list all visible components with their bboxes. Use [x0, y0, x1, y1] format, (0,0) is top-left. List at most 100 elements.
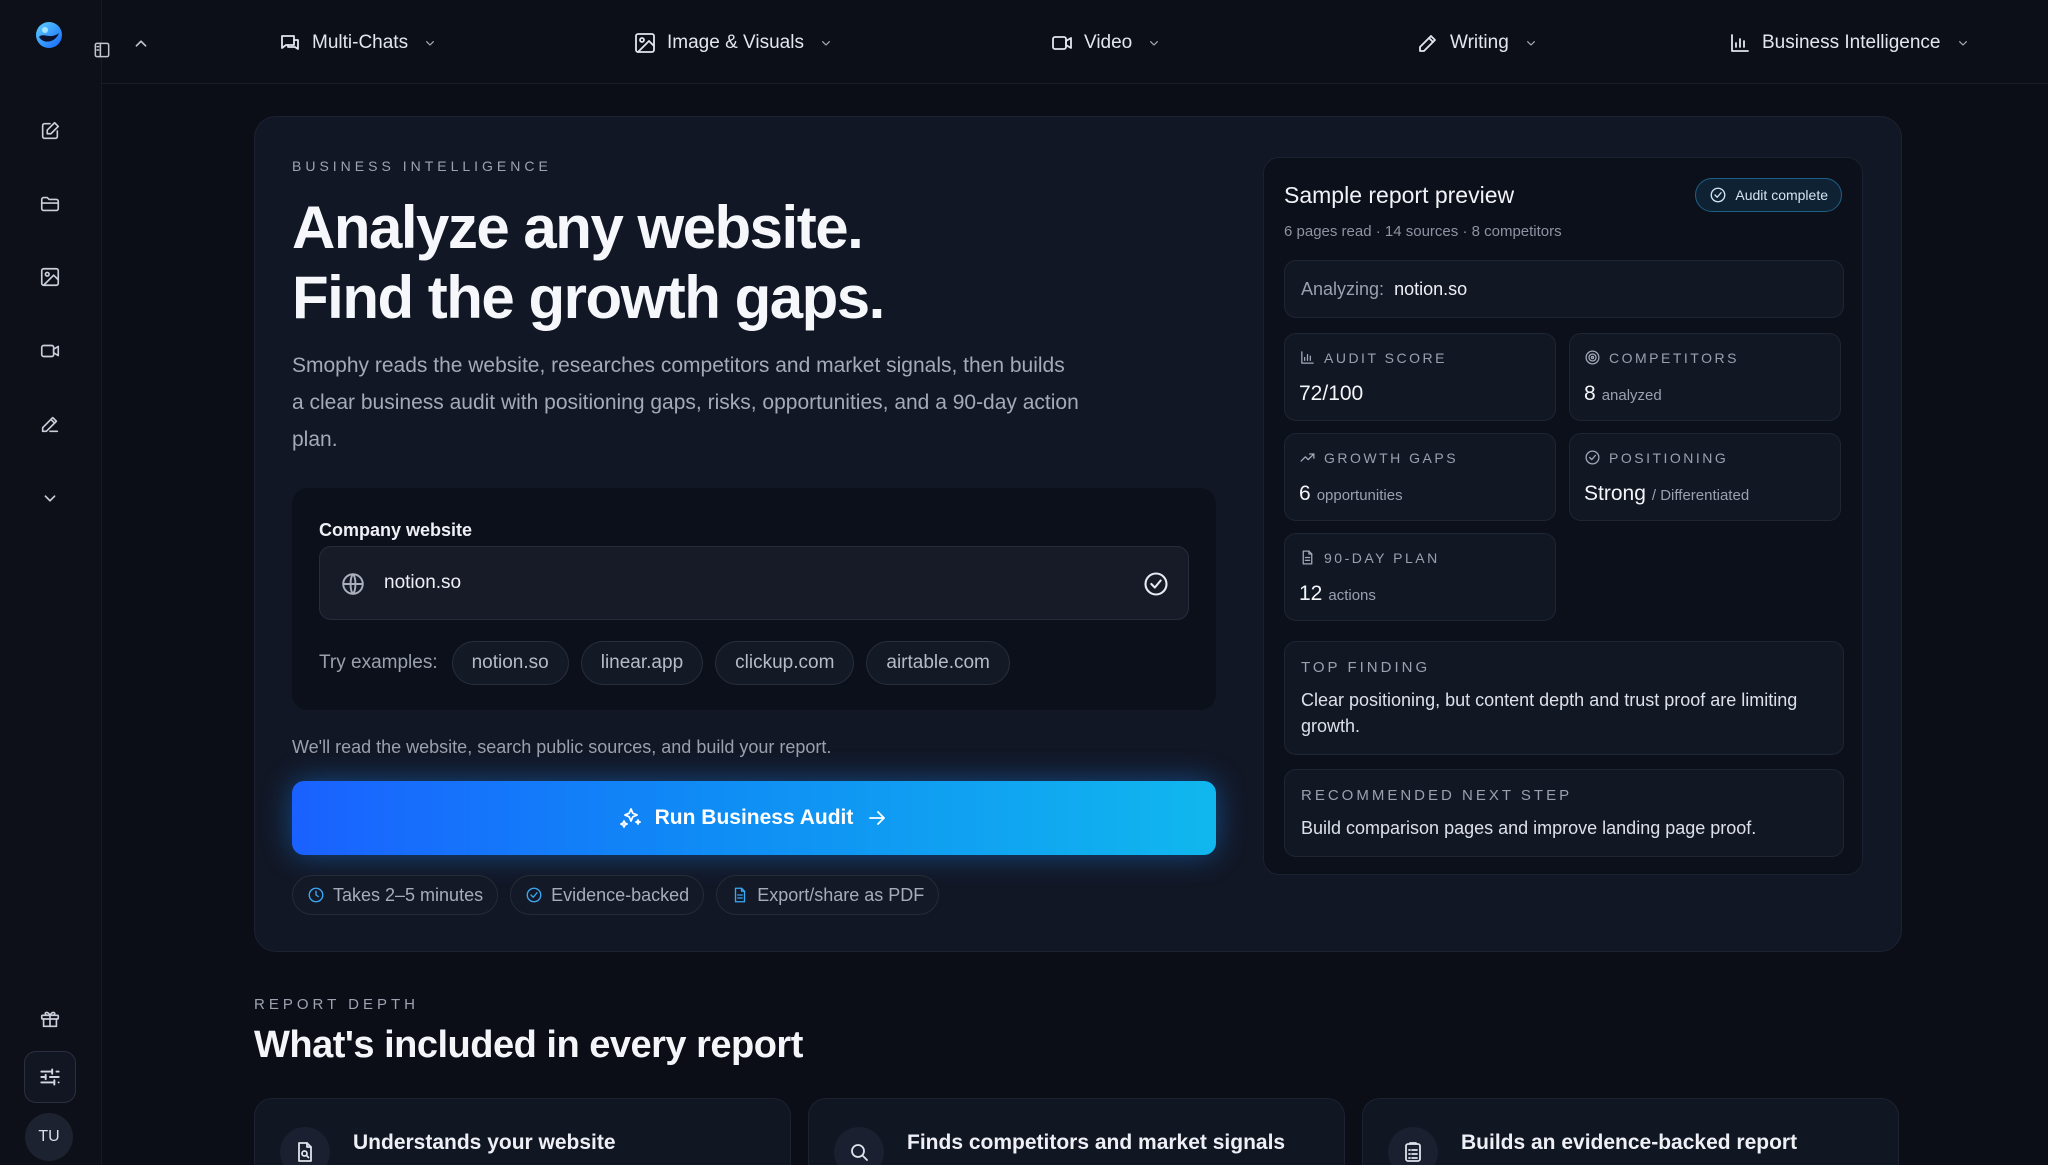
top-finding-label: TOP FINDING	[1301, 659, 1431, 676]
top-nav-bar: Multi-Chats Image & Visuals Video Writin…	[94, 0, 2048, 84]
folder-icon[interactable]	[34, 188, 66, 220]
stat-positioning: POSITIONING Strong / Differentiated	[1569, 433, 1841, 521]
feature-pill: Takes 2–5 minutes	[292, 875, 499, 915]
chevron-down-icon	[426, 41, 435, 46]
nav-multi-chats[interactable]: Multi-Chats	[278, 28, 438, 58]
stat-suffix: / Differentiated	[1651, 487, 1750, 504]
chats-icon	[281, 35, 299, 50]
feature-card: Understands your website	[254, 1098, 791, 1165]
clock-icon	[308, 887, 324, 903]
run-audit-button[interactable]: Run Business Audit	[292, 781, 1216, 855]
trending-up-icon	[1300, 453, 1315, 462]
preview-title: Sample report preview	[1284, 182, 1515, 208]
nav-video[interactable]: Video	[1050, 28, 1162, 58]
example-chip[interactable]: linear.app	[580, 641, 704, 685]
top-finding-card: TOP FINDING Clear positioning, but conte…	[1284, 641, 1844, 755]
document-icon	[1302, 550, 1313, 565]
page-title: Analyze any website. Find the growth gap…	[292, 193, 885, 333]
nav-label: Writing	[1450, 32, 1509, 53]
stat-value: Strong	[1584, 482, 1646, 505]
stat-suffix: opportunities	[1316, 487, 1403, 504]
bar-chart-icon	[1731, 34, 1749, 52]
app-logo-icon[interactable]	[34, 20, 64, 50]
hero-description: Smophy reads the website, researches com…	[292, 354, 1079, 451]
title-line-1: Analyze any website.	[292, 194, 864, 261]
video-icon[interactable]	[34, 335, 66, 367]
nav-writing[interactable]: Writing	[1416, 28, 1539, 58]
chevron-up-icon[interactable]	[130, 33, 152, 55]
stat-label: GROWTH GAPS	[1324, 449, 1459, 466]
analyzing-label: Analyzing:	[1301, 278, 1385, 299]
example-chips: Try examples: notion.so linear.app click…	[319, 641, 1010, 685]
feature-card-title: Builds an evidence-backed report	[1461, 1131, 1798, 1154]
nav-label: Multi-Chats	[312, 32, 409, 53]
feature-card-title: Finds competitors and market signals	[907, 1131, 1286, 1154]
title-line-2: Find the growth gaps.	[292, 264, 885, 331]
sample-report-preview: Sample report preview Audit complete 6 p…	[1263, 157, 1863, 875]
check-circle-icon	[1710, 187, 1726, 203]
stat-value: 8	[1584, 382, 1596, 405]
search-icon	[834, 1127, 884, 1165]
website-input[interactable]: notion.so	[319, 546, 1189, 620]
run-audit-label: Run Business Audit	[654, 806, 854, 829]
check-circle-icon	[1585, 450, 1600, 465]
hero-card: BUSINESS INTELLIGENCE Analyze any websit…	[254, 116, 1902, 952]
analyzing-value: notion.so	[1394, 278, 1468, 299]
stat-value: 6	[1299, 482, 1311, 505]
arrow-right-icon	[869, 811, 886, 825]
gift-icon[interactable]	[34, 1003, 66, 1035]
left-sidebar: TU	[0, 0, 102, 1165]
preview-subtitle: 6 pages read · 14 sources · 8 competitor…	[1284, 223, 1562, 240]
top-finding-text: Clear positioning, but content depth and…	[1301, 690, 1798, 736]
nav-label: Business Intelligence	[1762, 32, 1941, 53]
website-input-value: notion.so	[384, 572, 462, 593]
feature-pill-label: Takes 2–5 minutes	[333, 884, 484, 905]
video-icon	[1052, 36, 1072, 50]
check-circle-icon	[1142, 570, 1170, 598]
chevron-down-icon	[1958, 41, 1967, 46]
chevron-down-icon	[1526, 41, 1535, 46]
stat-value: 72/100	[1299, 382, 1364, 405]
globe-icon	[340, 571, 366, 597]
example-chip[interactable]: notion.so	[451, 641, 569, 685]
feature-pills: Takes 2–5 minutes Evidence-backed Export…	[292, 875, 940, 915]
nav-image-visuals[interactable]: Image & Visuals	[633, 28, 834, 58]
sidebar-toggle-icon[interactable]	[92, 40, 112, 60]
sliders-icon	[40, 1068, 60, 1086]
nav-label: Video	[1084, 32, 1133, 53]
stat-label: COMPETITORS	[1609, 349, 1739, 366]
chevron-down-icon[interactable]	[34, 482, 66, 514]
example-chip[interactable]: clickup.com	[715, 641, 855, 685]
website-input-label: Company website	[319, 520, 473, 540]
clipboard-icon	[1388, 1127, 1438, 1165]
feature-pill-label: Export/share as PDF	[757, 884, 925, 905]
document-icon	[735, 887, 746, 903]
examples-label: Try examples:	[319, 652, 438, 673]
next-step-card: RECOMMENDED NEXT STEP Build comparison p…	[1284, 769, 1844, 857]
status-badge: Audit complete	[1695, 178, 1842, 212]
chevron-down-icon	[1150, 41, 1159, 46]
feature-pill: Export/share as PDF	[716, 875, 940, 915]
example-chip[interactable]: airtable.com	[866, 641, 1010, 685]
stat-label: POSITIONING	[1609, 449, 1729, 466]
new-chat-icon[interactable]	[34, 115, 66, 147]
feature-card-title: Understands your website	[353, 1131, 616, 1154]
website-input-panel: Company website notion.so Try examples: …	[292, 488, 1216, 710]
feature-pill-label: Evidence-backed	[551, 884, 690, 905]
bar-chart-icon	[1301, 351, 1314, 364]
hero-eyebrow: BUSINESS INTELLIGENCE	[292, 158, 552, 174]
settings-sliders-button[interactable]	[24, 1051, 76, 1103]
image-icon[interactable]	[34, 261, 66, 293]
stat-label: AUDIT SCORE	[1324, 349, 1447, 366]
chevron-down-icon	[822, 41, 830, 46]
section-eyebrow: REPORT DEPTH	[254, 996, 419, 1013]
feature-card: Builds an evidence-backed report	[1362, 1098, 1899, 1165]
user-avatar[interactable]: TU	[25, 1113, 73, 1161]
sparkles-icon	[619, 808, 641, 828]
nav-label: Image & Visuals	[667, 32, 804, 53]
nav-business-intelligence[interactable]: Business Intelligence	[1728, 28, 1971, 58]
page-search-icon	[280, 1127, 330, 1165]
check-circle-icon	[526, 887, 542, 903]
pen-icon[interactable]	[34, 408, 66, 440]
stat-label: 90-DAY PLAN	[1324, 549, 1440, 566]
